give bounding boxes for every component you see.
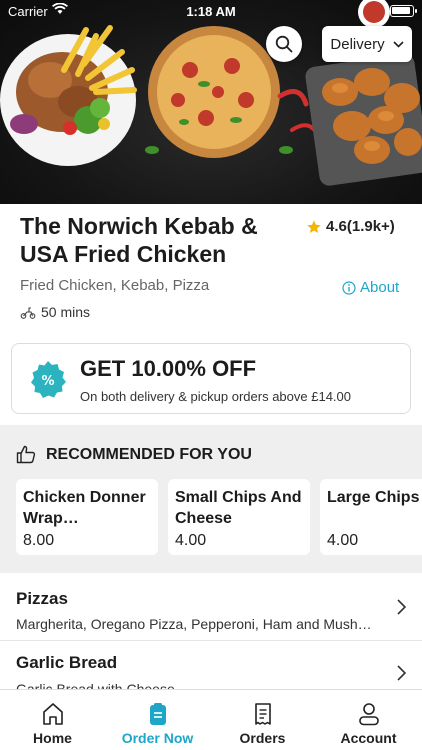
cuisines: Fried Chicken, Kebab, Pizza (20, 277, 210, 294)
tab-account-label: Account (340, 730, 397, 746)
recommended-section: RECOMMENDED FOR YOU Chicken Donner Wrap…… (0, 425, 422, 573)
hero-banner: Carrier 1:18 AM Delivery (0, 0, 422, 204)
recommended-item[interactable]: Small Chips And Cheese 4.00 (168, 479, 310, 555)
recommended-item[interactable]: Large Chips 4.00 (320, 479, 422, 555)
tab-account[interactable]: Account (316, 690, 421, 750)
user-icon (358, 703, 379, 726)
recommended-item-name: Large Chips (327, 489, 420, 506)
recommended-item-name: Small Chips And Cheese (175, 489, 302, 527)
rating-count: (1.9k+) (346, 218, 395, 235)
bottom-tab-bar: Home Order Now Orders Account (0, 689, 422, 750)
offer-banner[interactable]: % GET 10.00% OFF On both delivery & pick… (11, 343, 411, 414)
delivery-time: 50 mins (20, 304, 90, 320)
scooter-icon (20, 306, 36, 319)
status-time: 1:18 AM (186, 4, 236, 19)
tab-orders[interactable]: Orders (210, 690, 315, 750)
category-title: Garlic Bread (16, 653, 118, 672)
recommended-title: RECOMMENDED FOR YOU (46, 445, 252, 463)
recommended-item-price: 4.00 (175, 532, 207, 549)
delivery-mode-label: Delivery (330, 35, 385, 53)
tab-orders-label: Orders (239, 730, 286, 746)
battery-icon (390, 5, 417, 17)
svg-text:%: % (41, 374, 54, 389)
restaurant-name: The Norwich Kebab & USA Fried Chicken (20, 213, 258, 267)
about-link[interactable]: About (342, 279, 399, 296)
thumbs-up-icon (16, 445, 36, 464)
tab-order-now-label: Order Now (121, 730, 194, 746)
tab-home-label: Home (33, 730, 72, 746)
rating-value: 4.6 (326, 218, 347, 235)
order-bag-icon (149, 703, 166, 725)
category-items: Margherita, Oregano Pizza, Pepperoni, Ha… (16, 616, 372, 632)
discount-badge-icon: % (31, 361, 66, 398)
offer-subtitle: On both delivery & pickup orders above £… (80, 389, 352, 404)
menu-category-row[interactable]: Pizzas Margherita, Oregano Pizza, Pepper… (0, 577, 422, 641)
chevron-down-icon (393, 40, 404, 48)
delivery-mode-dropdown[interactable]: Delivery (322, 26, 412, 62)
recommended-item-price: 8.00 (23, 532, 55, 549)
offer-title: GET 10.00% OFF (80, 356, 257, 381)
home-icon (42, 703, 63, 725)
chevron-right-icon (397, 665, 406, 681)
receipt-icon (254, 703, 271, 725)
rating: 4.6 (1.9k+) (306, 218, 395, 235)
recommended-header: RECOMMENDED FOR YOU (16, 445, 252, 464)
recommended-item-price: 4.00 (327, 532, 359, 549)
eta-label: 50 mins (41, 304, 91, 320)
chevron-right-icon (397, 599, 406, 615)
info-icon (342, 280, 356, 295)
tab-home[interactable]: Home (0, 690, 105, 750)
about-label: About (360, 279, 400, 296)
tab-order-now[interactable]: Order Now (105, 690, 210, 750)
search-button[interactable] (266, 26, 302, 62)
recommended-item[interactable]: Chicken Donner Wrap… 8.00 (16, 479, 158, 555)
category-title: Pizzas (16, 589, 68, 608)
star-icon (307, 219, 321, 233)
search-icon (275, 35, 293, 53)
status-bar: Carrier 1:18 AM (0, 0, 422, 24)
recommended-item-name: Chicken Donner Wrap… (23, 489, 146, 527)
